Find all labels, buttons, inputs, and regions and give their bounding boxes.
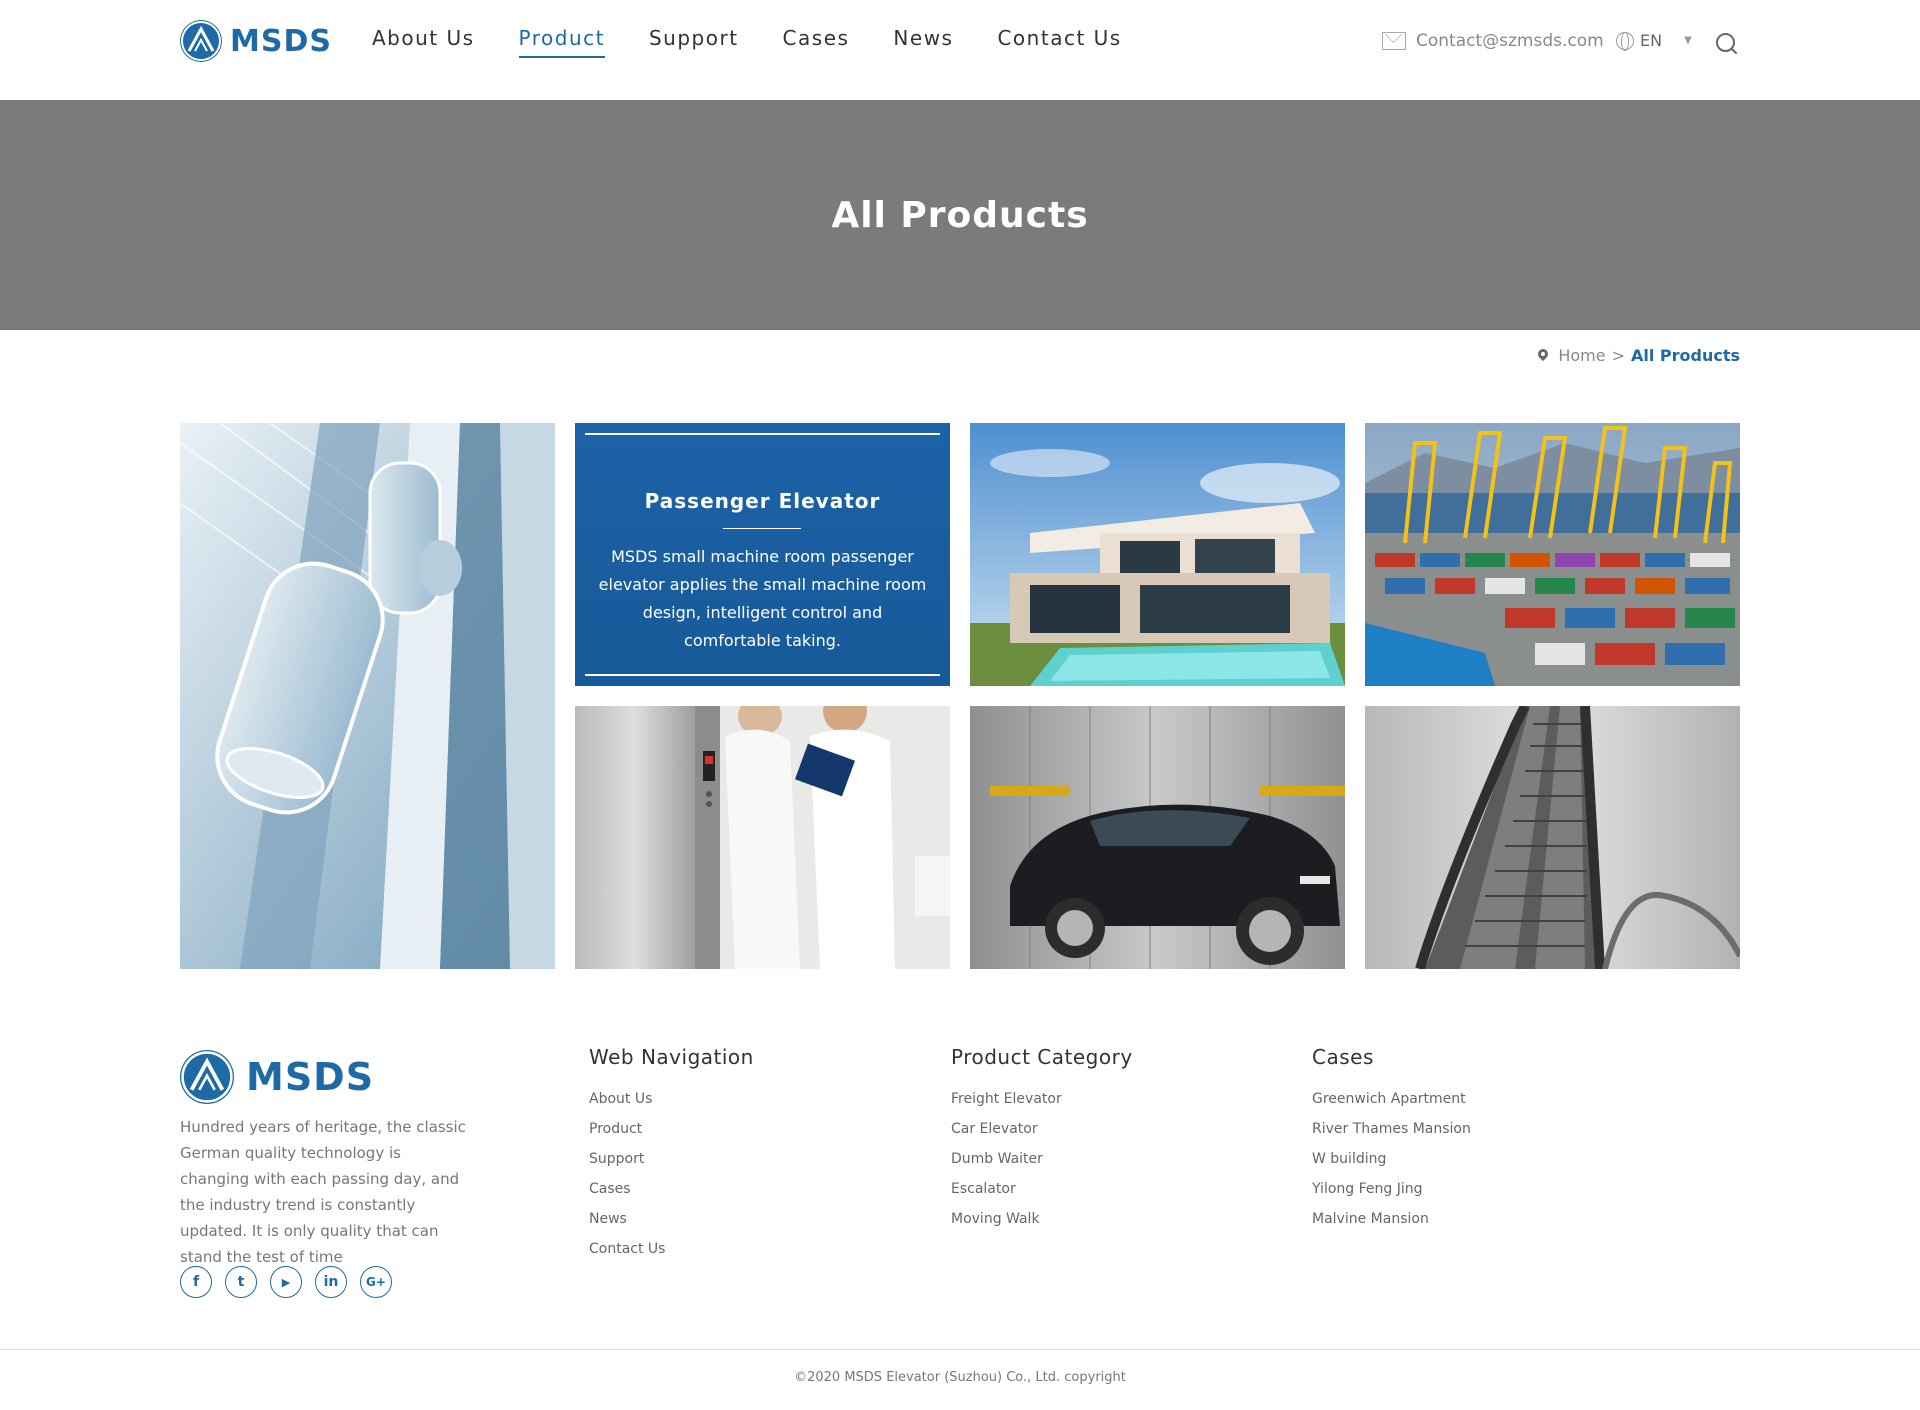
page-title: All Products (831, 194, 1089, 236)
twitter-icon[interactable]: t (225, 1266, 257, 1298)
footer-link-cases[interactable]: Cases (589, 1181, 754, 1211)
globe-icon (1616, 31, 1634, 51)
feature-title: Passenger Elevator (644, 489, 881, 513)
footer-link-greenwich-apartment[interactable]: Greenwich Apartment (1312, 1091, 1471, 1121)
breadcrumb: Home > All Products (1538, 346, 1740, 365)
mail-icon (1382, 32, 1406, 50)
product-tile-villa[interactable] (970, 423, 1345, 686)
product-tile-escalator[interactable] (1365, 706, 1740, 969)
main-nav: About Us Product Support Cases News Cont… (372, 26, 1166, 58)
footer-link-about-us[interactable]: About Us (589, 1091, 754, 1121)
nav-about-us[interactable]: About Us (372, 26, 475, 58)
page-banner: All Products (0, 100, 1920, 330)
footer-link-car-elevator[interactable]: Car Elevator (951, 1121, 1133, 1151)
search-icon[interactable] (1716, 33, 1738, 55)
footer-logo-mark-icon (180, 1050, 234, 1104)
product-tile-passenger-elevator[interactable]: Passenger Elevator MSDS small machine ro… (575, 423, 950, 686)
footer-link-yilong-feng-jing[interactable]: Yilong Feng Jing (1312, 1181, 1471, 1211)
footer-description: Hundred years of heritage, the classic G… (180, 1118, 466, 1266)
site-header: MSDS About Us Product Support Cases News… (0, 0, 1920, 100)
feature-bottom-rule (585, 674, 940, 676)
product-tile-observation-elevator[interactable] (180, 423, 555, 969)
escalator-image (1365, 706, 1740, 969)
social-links: f t ▶ in G+ (180, 1266, 405, 1298)
footer-logo-text: MSDS (246, 1055, 375, 1099)
footer-link-moving-walk[interactable]: Moving Walk (951, 1211, 1133, 1241)
footer-link-product[interactable]: Product (589, 1121, 754, 1151)
observation-elevator-image (180, 423, 555, 969)
language-label: EN (1640, 31, 1663, 50)
footer-product-category: Product Category Freight Elevator Car El… (951, 1045, 1133, 1241)
feature-description: MSDS small machine room passenger elevat… (598, 547, 927, 650)
logo-text: MSDS (230, 23, 332, 59)
breadcrumb-current: All Products (1630, 346, 1740, 365)
footer-cases: Cases Greenwich Apartment River Thames M… (1312, 1045, 1471, 1241)
linkedin-icon[interactable]: in (315, 1266, 347, 1298)
medical-staff-image (575, 706, 950, 969)
footer-link-contact-us[interactable]: Contact Us (589, 1241, 754, 1271)
nav-cases[interactable]: Cases (783, 26, 850, 58)
breadcrumb-home[interactable]: Home (1558, 346, 1605, 365)
google-plus-icon[interactable]: G+ (360, 1266, 392, 1298)
footer-link-escalator[interactable]: Escalator (951, 1181, 1133, 1211)
feature-title-underline (723, 528, 801, 529)
product-grid: Passenger Elevator MSDS small machine ro… (180, 423, 1741, 969)
site-logo[interactable]: MSDS (180, 20, 332, 62)
breadcrumb-separator: > (1611, 346, 1625, 365)
footer-divider (0, 1349, 1920, 1350)
chevron-down-icon: ▼ (1684, 35, 1692, 46)
product-tile-medical[interactable] (575, 706, 950, 969)
footer-link-freight-elevator[interactable]: Freight Elevator (951, 1091, 1133, 1121)
footer-link-malvine-mansion[interactable]: Malvine Mansion (1312, 1211, 1471, 1241)
nav-news[interactable]: News (893, 26, 953, 58)
footer-link-news[interactable]: News (589, 1211, 754, 1241)
footer-column-title: Web Navigation (589, 1045, 754, 1069)
contact-email-text: Contact@szmsds.com (1416, 31, 1604, 51)
facebook-icon[interactable]: f (180, 1266, 212, 1298)
youtube-icon[interactable]: ▶ (270, 1266, 302, 1298)
product-tile-car[interactable] (970, 706, 1345, 969)
footer-link-support[interactable]: Support (589, 1151, 754, 1181)
footer-link-river-thames-mansion[interactable]: River Thames Mansion (1312, 1121, 1471, 1151)
container-port-image (1365, 423, 1740, 686)
copyright: ©2020 MSDS Elevator (Suzhou) Co., Ltd. c… (794, 1370, 1126, 1385)
nav-contact-us[interactable]: Contact Us (997, 26, 1121, 58)
footer-column-title: Product Category (951, 1045, 1133, 1069)
contact-email[interactable]: Contact@szmsds.com (1382, 31, 1604, 51)
product-tile-port[interactable] (1365, 423, 1740, 686)
language-selector[interactable]: EN ▼ (1616, 31, 1692, 51)
villa-image (970, 423, 1345, 686)
location-pin-icon (1538, 349, 1548, 363)
footer-column-title: Cases (1312, 1045, 1374, 1069)
logo-mark-icon (180, 20, 222, 62)
car-elevator-image (970, 706, 1345, 969)
nav-support[interactable]: Support (649, 26, 739, 58)
nav-product[interactable]: Product (518, 26, 605, 58)
footer-logo[interactable]: MSDS (180, 1050, 374, 1104)
footer-link-dumb-waiter[interactable]: Dumb Waiter (951, 1151, 1133, 1181)
footer-link-w-building[interactable]: W building (1312, 1151, 1471, 1181)
feature-top-rule (585, 433, 940, 435)
footer-web-navigation: Web Navigation About Us Product Support … (589, 1045, 754, 1271)
